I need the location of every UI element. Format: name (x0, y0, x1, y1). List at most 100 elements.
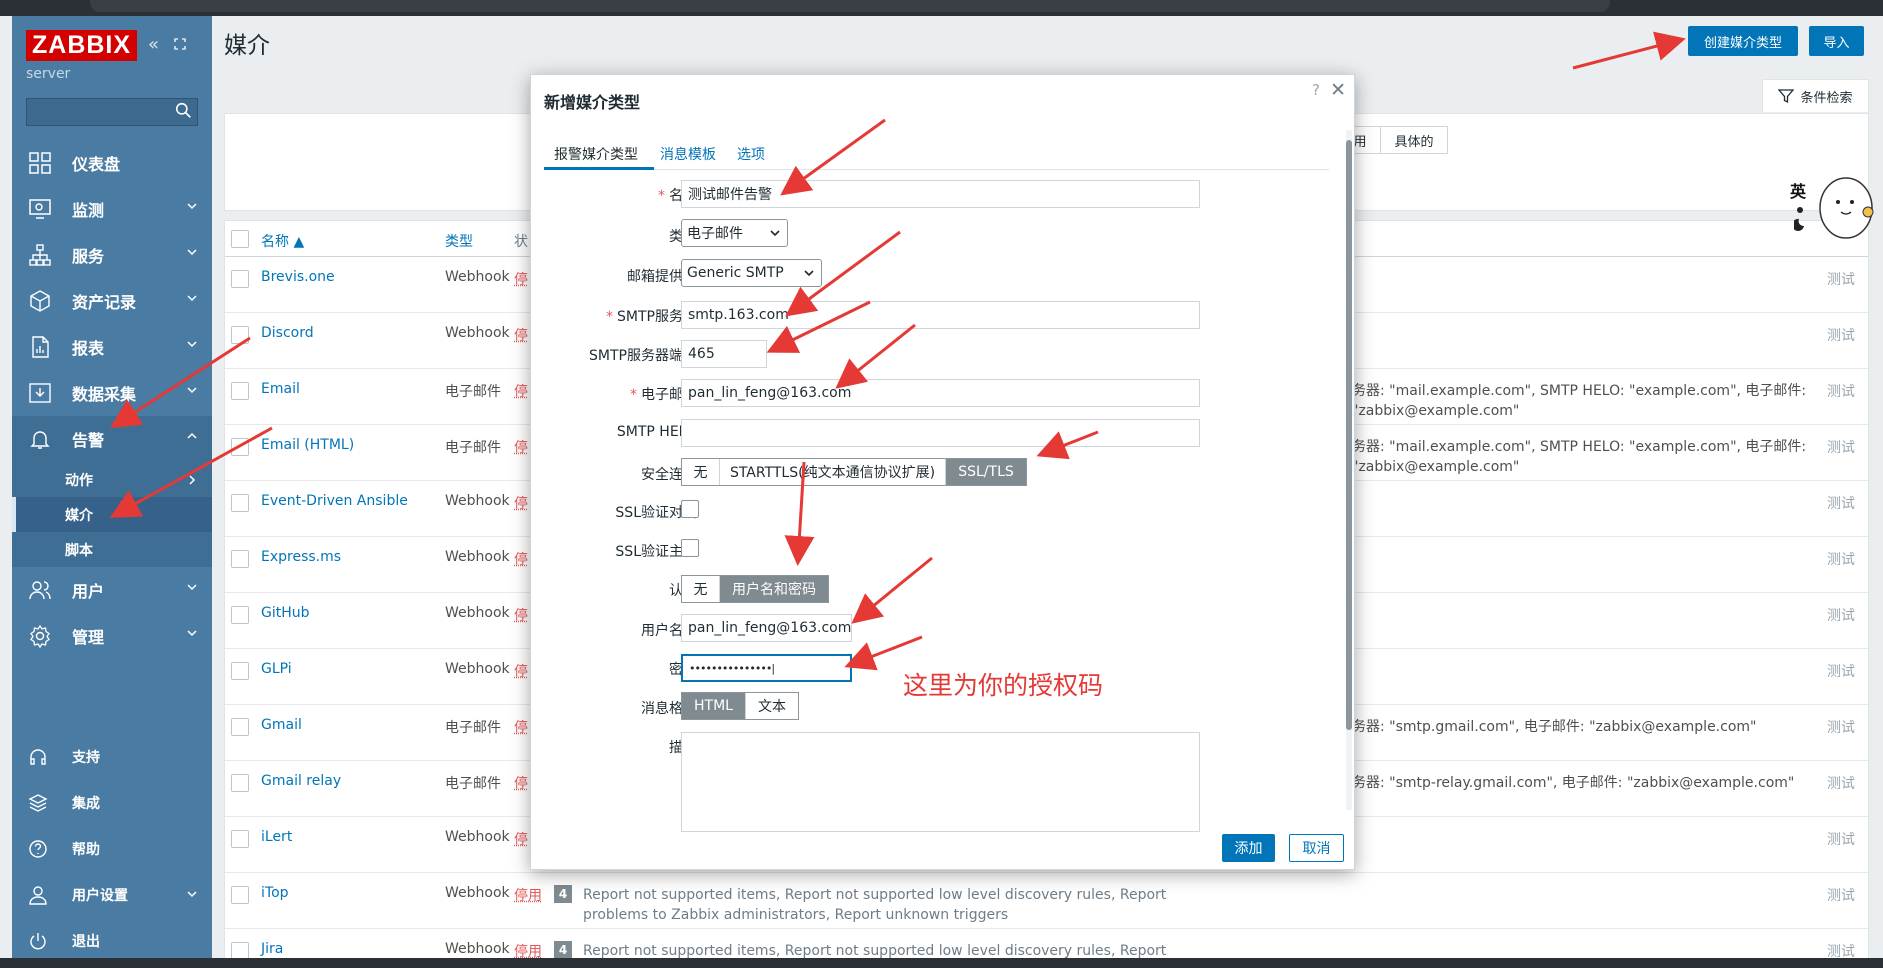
search-icon[interactable] (175, 102, 192, 119)
name-input[interactable]: 测试邮件告警 (681, 180, 1200, 208)
media-name-link[interactable]: Jira (261, 941, 283, 957)
status-toggle[interactable]: 停 (514, 437, 528, 457)
test-link[interactable]: 测试 (1827, 829, 1855, 849)
ssl-verify-peer-checkbox[interactable] (681, 500, 699, 518)
email-provider-select[interactable]: Generic SMTP (681, 259, 822, 287)
smtp-port-input[interactable]: 465 (681, 340, 767, 368)
type-select[interactable]: 电子邮件 (681, 219, 788, 247)
media-name-link[interactable]: iTop (261, 885, 289, 901)
media-name-link[interactable]: Brevis.one (261, 269, 335, 285)
sidebar-search-input[interactable] (26, 98, 198, 126)
collapse-sidebar-icon[interactable]: « (148, 34, 159, 55)
auth-option-username-password[interactable]: 用户名和密码 (720, 576, 828, 602)
status-toggle[interactable]: 停 (514, 549, 528, 569)
tab-media-type[interactable]: 报警媒介类型 (554, 144, 638, 164)
security-option-none[interactable]: 无 (682, 459, 720, 485)
status-toggle[interactable]: 停 (514, 381, 528, 401)
address-bar[interactable] (90, 0, 1610, 12)
action-link[interactable]: Report not supported low level discovery… (785, 943, 1111, 959)
test-link[interactable]: 测试 (1827, 437, 1855, 457)
status-toggle[interactable]: 停 (514, 605, 528, 625)
nav-inventory[interactable]: 资产记录 (12, 278, 212, 324)
smtp-server-input[interactable]: smtp.163.com (681, 301, 1200, 329)
nav-dashboard[interactable]: 仪表盘 (12, 140, 212, 186)
smtp-helo-input[interactable] (681, 419, 1200, 447)
media-name-link[interactable]: Express.ms (261, 549, 341, 565)
test-link[interactable]: 测试 (1827, 773, 1855, 793)
scrollbar-thumb[interactable] (1346, 140, 1352, 730)
test-link[interactable]: 测试 (1827, 661, 1855, 681)
row-checkbox[interactable] (231, 270, 249, 288)
import-button[interactable]: 导入 (1809, 26, 1864, 56)
nav-alerts[interactable]: 告警 (12, 416, 212, 462)
row-checkbox[interactable] (231, 886, 249, 904)
dialog-help-icon[interactable]: ? (1312, 81, 1320, 99)
zabbix-logo[interactable]: ZABBIX (26, 30, 137, 61)
row-checkbox[interactable] (231, 438, 249, 456)
test-link[interactable]: 测试 (1827, 549, 1855, 569)
row-checkbox[interactable] (231, 830, 249, 848)
header-type[interactable]: 类型 (445, 231, 473, 251)
test-link[interactable]: 测试 (1827, 885, 1855, 905)
nav-integrations[interactable]: 集成 (12, 780, 212, 826)
create-media-type-button[interactable]: 创建媒介类型 (1688, 26, 1798, 56)
status-toggle[interactable]: 停 (514, 661, 528, 681)
close-icon[interactable]: ✕ (1330, 79, 1346, 101)
media-name-link[interactable]: Event-Driven Ansible (261, 493, 408, 509)
status-toggle[interactable]: 停 (514, 773, 528, 793)
row-checkbox[interactable] (231, 606, 249, 624)
tab-options[interactable]: 选项 (737, 144, 765, 164)
kiosk-mode-icon[interactable] (172, 36, 188, 52)
status-toggle[interactable]: 停 (514, 717, 528, 737)
format-option-text[interactable]: 文本 (746, 693, 798, 719)
add-button[interactable]: 添加 (1222, 834, 1275, 862)
nav-monitoring[interactable]: 监测 (12, 186, 212, 232)
nav-reports[interactable]: 报表 (12, 324, 212, 370)
security-option-ssl-tls[interactable]: SSL/TLS (946, 459, 1026, 485)
action-link[interactable]: Report not supported low level discovery… (785, 887, 1111, 903)
row-checkbox[interactable] (231, 382, 249, 400)
status-toggle[interactable]: 停 (514, 493, 528, 513)
row-checkbox[interactable] (231, 662, 249, 680)
test-link[interactable]: 测试 (1827, 605, 1855, 625)
row-checkbox[interactable] (231, 718, 249, 736)
action-link[interactable]: Report unknown triggers (835, 907, 1009, 923)
username-input[interactable]: pan_lin_feng@163.com (681, 614, 852, 642)
password-input[interactable]: •••••••••••••••| (681, 654, 852, 682)
status-toggle[interactable]: 停 (514, 269, 528, 289)
description-textarea[interactable] (681, 732, 1200, 832)
cancel-button[interactable]: 取消 (1289, 834, 1344, 862)
nav-data-collection[interactable]: 数据采集 (12, 370, 212, 416)
media-name-link[interactable]: GLPi (261, 661, 292, 677)
nav-support[interactable]: 支持 (12, 734, 212, 780)
ime-floating-widget[interactable]: 英 (1788, 172, 1883, 242)
sub-item-media[interactable]: 媒介 (12, 497, 212, 532)
media-name-link[interactable]: Email (261, 381, 300, 397)
media-name-link[interactable]: Email (HTML) (261, 437, 354, 453)
nav-services[interactable]: 服务 (12, 232, 212, 278)
sub-item-scripts[interactable]: 脚本 (12, 532, 212, 567)
row-checkbox[interactable] (231, 326, 249, 344)
action-link[interactable]: Report not supported items (583, 943, 776, 959)
media-name-link[interactable]: Gmail (261, 717, 302, 733)
filter-tab[interactable]: 条件检索 (1762, 79, 1869, 112)
media-name-link[interactable]: Discord (261, 325, 314, 341)
dialog-scrollbar[interactable] (1346, 130, 1352, 810)
nav-user-settings[interactable]: 用户设置 (12, 872, 212, 918)
status-toggle[interactable]: 停用 (514, 885, 542, 905)
security-option-starttls[interactable]: STARTTLS(纯文本通信协议扩展) (720, 459, 946, 485)
nav-help[interactable]: 帮助 (12, 826, 212, 872)
filter-specific-option[interactable]: 具体的 (1380, 126, 1448, 154)
help-icon[interactable]: ? (1655, 30, 1664, 49)
select-all-checkbox[interactable] (231, 230, 249, 248)
row-checkbox[interactable] (231, 494, 249, 512)
status-toggle[interactable]: 停 (514, 829, 528, 849)
test-link[interactable]: 测试 (1827, 269, 1855, 289)
status-toggle[interactable]: 停 (514, 325, 528, 345)
test-link[interactable]: 测试 (1827, 381, 1855, 401)
media-name-link[interactable]: iLert (261, 829, 292, 845)
test-link[interactable]: 测试 (1827, 717, 1855, 737)
test-link[interactable]: 测试 (1827, 325, 1855, 345)
sub-item-actions[interactable]: 动作 (12, 462, 212, 497)
ssl-verify-host-checkbox[interactable] (681, 539, 699, 557)
